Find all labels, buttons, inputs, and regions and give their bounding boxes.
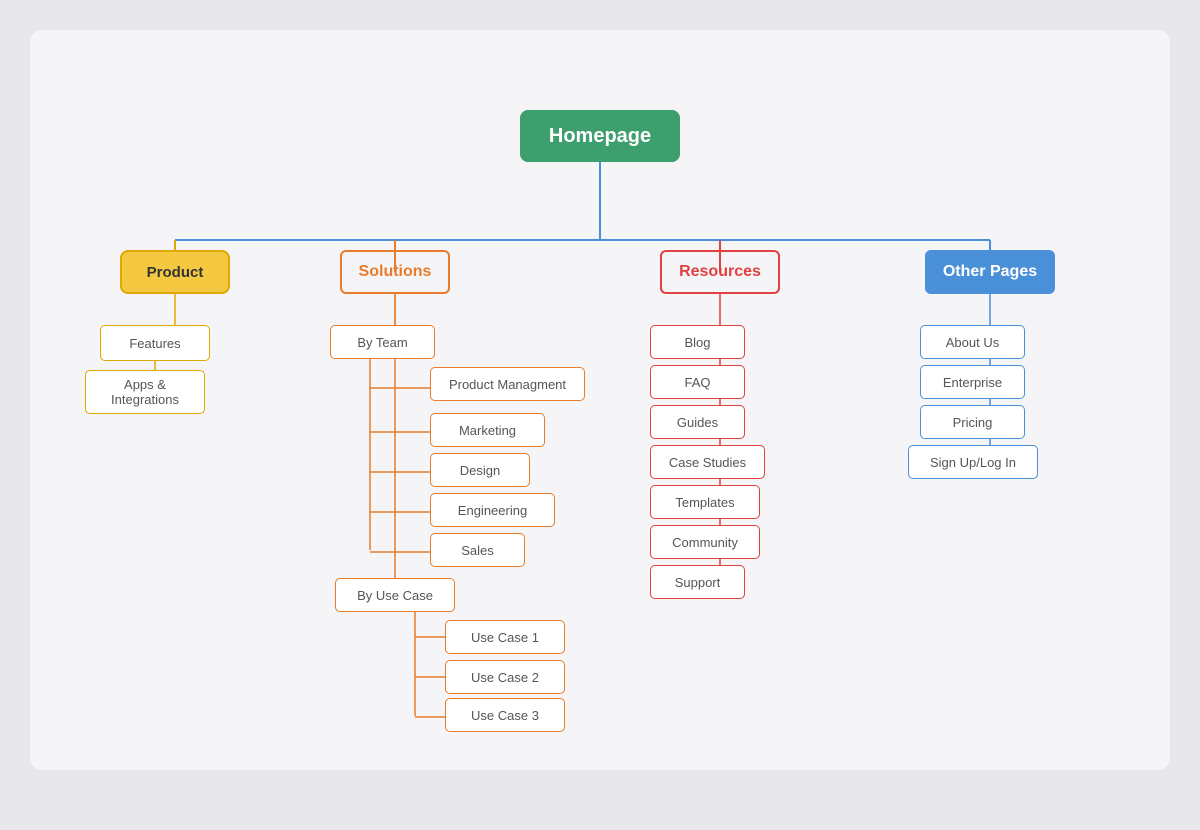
node-usecase2[interactable]: Use Case 2	[445, 660, 565, 694]
node-usecase1[interactable]: Use Case 1	[445, 620, 565, 654]
node-faq[interactable]: FAQ	[650, 365, 745, 399]
node-guides[interactable]: Guides	[650, 405, 745, 439]
diagram-canvas: Homepage Product Solutions Resources Oth…	[30, 30, 1170, 770]
node-pricing[interactable]: Pricing	[920, 405, 1025, 439]
node-design[interactable]: Design	[430, 453, 530, 487]
node-otherpages[interactable]: Other Pages	[925, 250, 1055, 294]
node-aboutus[interactable]: About Us	[920, 325, 1025, 359]
node-sales[interactable]: Sales	[430, 533, 525, 567]
node-byusecase[interactable]: By Use Case	[335, 578, 455, 612]
node-product[interactable]: Product	[120, 250, 230, 294]
node-productmgmt[interactable]: Product Managment	[430, 367, 585, 401]
node-features[interactable]: Features	[100, 325, 210, 361]
node-apps[interactable]: Apps & Integrations	[85, 370, 205, 414]
node-homepage[interactable]: Homepage	[520, 110, 680, 162]
node-enterprise[interactable]: Enterprise	[920, 365, 1025, 399]
node-casestudies[interactable]: Case Studies	[650, 445, 765, 479]
node-resources[interactable]: Resources	[660, 250, 780, 294]
node-solutions[interactable]: Solutions	[340, 250, 450, 294]
node-support[interactable]: Support	[650, 565, 745, 599]
node-marketing[interactable]: Marketing	[430, 413, 545, 447]
node-blog[interactable]: Blog	[650, 325, 745, 359]
node-community[interactable]: Community	[650, 525, 760, 559]
node-byteam[interactable]: By Team	[330, 325, 435, 359]
node-signuplogin[interactable]: Sign Up/Log In	[908, 445, 1038, 479]
node-templates[interactable]: Templates	[650, 485, 760, 519]
node-usecase3[interactable]: Use Case 3	[445, 698, 565, 732]
node-engineering[interactable]: Engineering	[430, 493, 555, 527]
